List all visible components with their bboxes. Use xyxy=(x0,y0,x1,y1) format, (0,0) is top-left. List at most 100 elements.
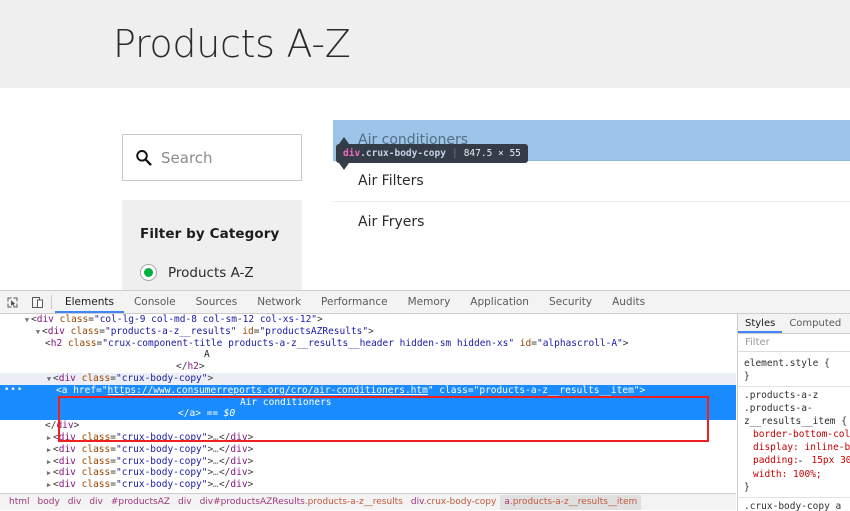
dom-tree-row[interactable]: ▶ <div class="crux-body-copy">…</div> xyxy=(0,432,736,444)
breadcrumb-item[interactable]: #productsAZ xyxy=(107,495,174,510)
inspector-tooltip-dimensions: 847.5 × 55 xyxy=(463,148,521,159)
dom-token-punc: > xyxy=(622,337,629,349)
dom-token-tag: div xyxy=(58,372,76,384)
search-input[interactable] xyxy=(161,148,291,167)
css-rule-close-brace: } xyxy=(744,482,750,493)
dom-tree-rows: ▼ <div class="col-lg-9 col-md-8 col-sm-12… xyxy=(0,314,736,491)
filter-option-products-a-z[interactable]: Products A-Z xyxy=(140,264,254,281)
breadcrumb-item[interactable]: div#productsAZResults.products-a-z__resu… xyxy=(196,495,407,510)
dom-token-punc: </ xyxy=(176,361,188,373)
dom-token-val: "products-a-z__results" xyxy=(104,325,237,337)
breadcrumb-element-name: #productsAZ xyxy=(110,496,171,507)
dom-token-txt: Air conditioners xyxy=(240,396,332,408)
breadcrumb-item[interactable]: a.products-a-z__results__item xyxy=(500,494,642,510)
dom-token-val: "products-a-z__results__item" xyxy=(473,384,640,396)
results-list: Air conditioners Air Filters Air Fryers xyxy=(333,120,850,243)
breadcrumb-item[interactable]: div xyxy=(64,495,86,510)
dom-token-punc: > xyxy=(73,420,80,432)
dom-tree-row[interactable]: ▶ <div class="crux-body-copy">…</div> xyxy=(0,467,736,479)
dom-token-txt: A xyxy=(204,349,210,361)
tab-memory[interactable]: Memory xyxy=(398,291,461,313)
tab-computed[interactable]: Computed xyxy=(782,314,848,333)
tab-audits[interactable]: Audits xyxy=(602,291,655,313)
dom-token-punc: > xyxy=(247,443,254,455)
dom-tree-row[interactable]: ▶ <div class="crux-body-copy">…</div> xyxy=(0,456,736,468)
dom-token-tag: h2 xyxy=(50,337,63,349)
css-declaration[interactable]: border-bottom-color: xyxy=(744,428,850,441)
tab-performance[interactable]: Performance xyxy=(311,291,398,313)
css-selector[interactable]: .products-a-z .products-a-z__results__it… xyxy=(744,389,850,428)
dom-tree-row[interactable]: ▼ <div class="crux-body-copy"> xyxy=(0,372,736,385)
dom-tree-row[interactable]: </a> == $0 xyxy=(0,408,736,421)
device-toolbar-icon[interactable] xyxy=(25,291,50,313)
css-property-name: width: xyxy=(753,469,788,480)
tab-elements[interactable]: Elements xyxy=(55,291,124,313)
css-declaration[interactable]: display: inline-block; xyxy=(744,441,850,454)
dom-token-attr: class xyxy=(75,431,111,443)
breadcrumb-item[interactable]: div.crux-body-copy xyxy=(407,495,500,510)
search-box[interactable] xyxy=(122,134,302,181)
dom-tree-row[interactable]: </div> xyxy=(0,420,736,432)
dom-token-tag: h2 xyxy=(187,361,199,373)
dom-token-attr: href xyxy=(67,384,97,396)
result-item-air-filters[interactable]: Air Filters xyxy=(333,161,850,202)
css-rule-block[interactable]: .products-a-z .products-a-z__results__it… xyxy=(738,387,850,498)
css-selector[interactable]: .crux-body-copy a { xyxy=(744,500,850,511)
inspector-tooltip-arrow-down xyxy=(339,163,349,170)
css-selector[interactable]: element.style { xyxy=(744,357,850,370)
chevron-right-icon[interactable]: ▸ xyxy=(799,455,806,468)
tab-console[interactable]: Console xyxy=(124,291,186,313)
tab-network[interactable]: Network xyxy=(247,291,311,313)
css-rule-block[interactable]: element.style {} xyxy=(738,355,850,387)
dom-tree-row[interactable]: ▶ <div class="crux-body-copy">…</div> xyxy=(0,444,736,456)
dom-token-attr: class xyxy=(53,314,89,325)
dom-tree-row[interactable]: </h2> xyxy=(0,361,736,373)
tab-security[interactable]: Security xyxy=(539,291,602,313)
dom-breadcrumb[interactable]: html body div div #productsAZ div div#products… xyxy=(0,493,736,510)
breadcrumb-item[interactable]: div xyxy=(174,495,196,510)
result-item-label: Air Filters xyxy=(358,173,424,189)
dom-attribute-url[interactable]: https://www.consumerreports.org/cro/air-… xyxy=(108,385,428,396)
breadcrumb-item[interactable]: body xyxy=(34,495,64,510)
dom-token-punc: </ xyxy=(218,467,231,479)
dom-token-tag: div xyxy=(58,431,76,443)
dom-token-tag: div xyxy=(230,431,248,443)
dom-tree[interactable]: ▼ <div class="col-lg-9 col-md-8 col-sm-12… xyxy=(0,314,736,494)
breadcrumb-class-name: .products-a-z__results xyxy=(304,496,403,507)
tab-sources[interactable]: Sources xyxy=(186,291,248,313)
dom-tree-row[interactable]: ••• <a href="https://www.consumerreports.… xyxy=(0,384,736,397)
result-item-air-fryers[interactable]: Air Fryers xyxy=(333,202,850,243)
dom-token-punc: </ xyxy=(218,455,231,467)
dom-token-punc: > xyxy=(198,361,205,373)
toolbar-divider xyxy=(51,295,52,309)
breadcrumb-item[interactable]: div xyxy=(85,495,107,510)
dom-token-tag: div xyxy=(58,479,76,491)
css-declaration[interactable]: width: 100%; xyxy=(744,468,850,481)
radio-selected-dot xyxy=(144,268,153,277)
breadcrumb-item[interactable]: html xyxy=(5,495,34,510)
css-declaration[interactable]: padding: ▸ 15px 30px; xyxy=(744,454,850,468)
dom-tree-row[interactable]: <h2 class="crux-component-title products… xyxy=(0,338,736,350)
inspect-element-icon[interactable] xyxy=(0,291,25,313)
inspector-tooltip-class: .crux-body-copy xyxy=(360,148,446,159)
dom-tree-row[interactable]: ▼ <div class="col-lg-9 col-md-8 col-sm-12… xyxy=(0,314,736,326)
css-property-value[interactable]: 15px 30px; xyxy=(806,455,850,466)
tab-application[interactable]: Application xyxy=(460,291,539,313)
dom-tree-row[interactable]: A xyxy=(0,349,736,361)
breadcrumb-element-name: div xyxy=(67,496,82,507)
css-property-value[interactable]: 100%; xyxy=(787,469,822,480)
page-title: Products A-Z xyxy=(113,22,351,66)
radio-button-products-a-z[interactable] xyxy=(140,264,157,281)
dom-tree-row[interactable]: ▶ <div class="crux-body-copy">…</div> xyxy=(0,479,736,491)
dom-token-tag: div xyxy=(58,455,76,467)
dom-tree-row[interactable]: ▼ <div class="products-a-z__results" id="… xyxy=(0,326,736,338)
tab-styles[interactable]: Styles xyxy=(738,314,783,333)
css-rule-block[interactable]: .crux-body-copy a {color:#000;border-col… xyxy=(738,498,850,511)
dom-tree-row[interactable]: Air conditioners xyxy=(0,396,736,409)
breadcrumb-element-name: body xyxy=(37,496,60,507)
css-property-value[interactable]: inline-block; xyxy=(799,442,850,453)
dom-token-punc: > xyxy=(247,455,254,467)
dom-token-punc: </ xyxy=(218,479,231,491)
styles-filter-input[interactable]: Filter xyxy=(738,334,850,352)
chevron-right-icon[interactable]: ▶ xyxy=(45,480,53,492)
